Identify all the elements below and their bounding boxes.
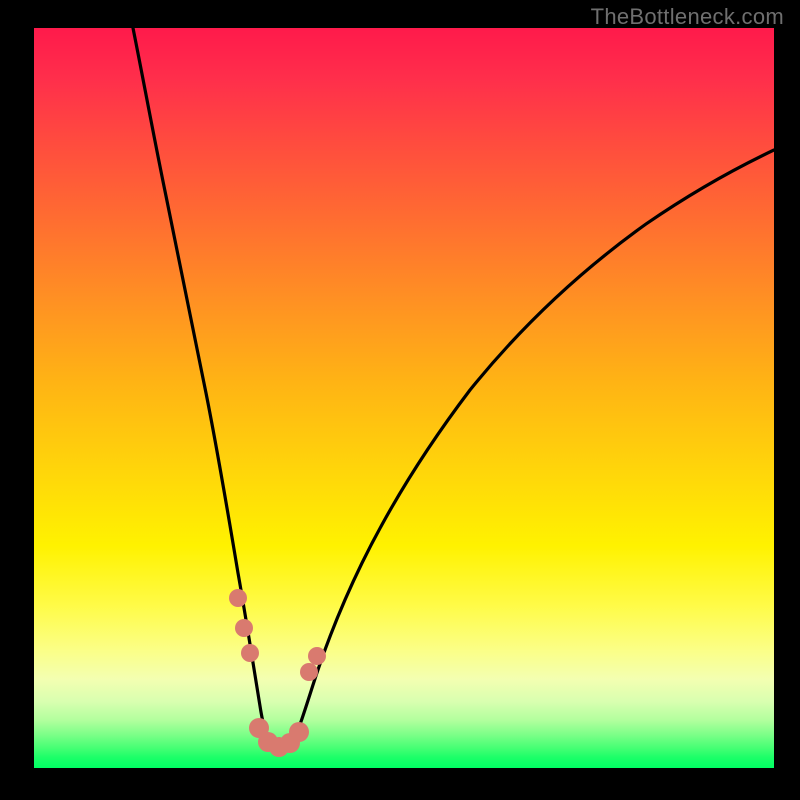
marker-dot — [229, 589, 247, 607]
marker-dot — [235, 619, 253, 637]
curve-left-branch — [133, 28, 274, 746]
marker-dot — [300, 663, 318, 681]
marker-dot — [308, 647, 326, 665]
chart-container: TheBottleneck.com — [0, 0, 800, 800]
marker-dot — [289, 722, 309, 742]
curve-right-branch — [292, 150, 774, 744]
watermark-text: TheBottleneck.com — [591, 4, 784, 30]
plot-area — [34, 28, 774, 768]
marker-dot — [241, 644, 259, 662]
curve-layer — [34, 28, 774, 768]
